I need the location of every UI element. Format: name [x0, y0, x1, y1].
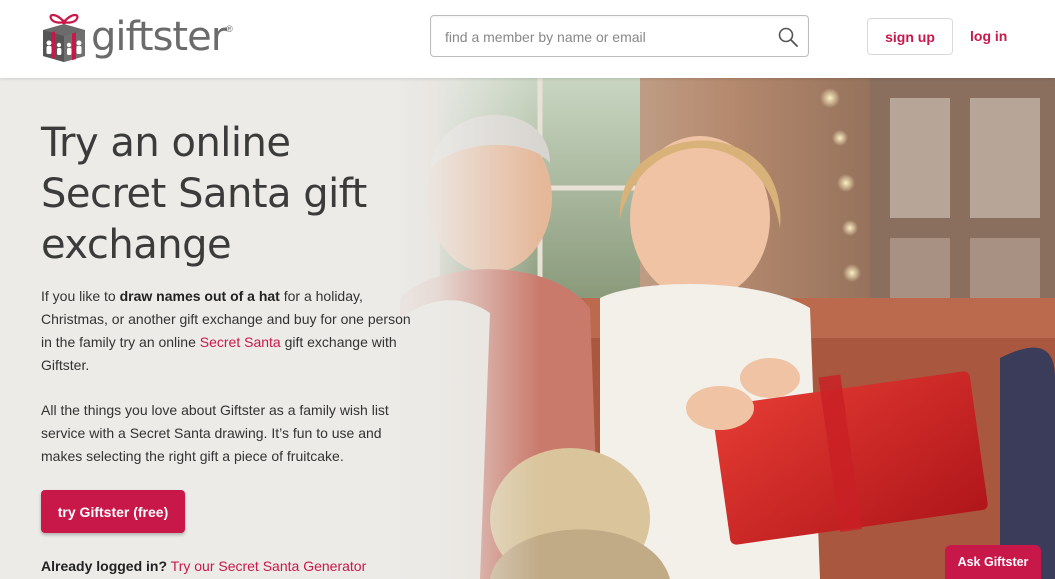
- features-paragraph: All the things you love about Giftster a…: [41, 402, 389, 464]
- intro-text-1: If you like to: [41, 288, 120, 304]
- registered-mark: ®: [226, 24, 233, 34]
- logo-wordmark: giftster: [91, 14, 227, 60]
- search-input[interactable]: [445, 27, 765, 47]
- ask-giftster-button[interactable]: Ask Giftster: [945, 545, 1041, 579]
- intro-bold: draw names out of a hat: [119, 288, 280, 304]
- page-title: Try an online Secret Santa gift exchange: [41, 120, 367, 268]
- secret-santa-link[interactable]: Secret Santa: [200, 334, 281, 350]
- gift-box-logo-icon: [43, 13, 85, 62]
- intro-paragraph: If you like to draw names out of a hat f…: [41, 285, 421, 377]
- try-giftster-button[interactable]: try Giftster (free): [41, 490, 185, 533]
- hero-section: Try an online Secret Santa gift exchange…: [0, 78, 1055, 579]
- site-header: giftster ® sign up log in: [0, 0, 1055, 78]
- log-in-link[interactable]: log in: [970, 28, 1007, 44]
- sign-up-button[interactable]: sign up: [867, 18, 953, 55]
- member-search: [430, 15, 809, 57]
- search-icon[interactable]: [776, 25, 800, 49]
- logged-in-prompt: Already logged in? Try our Secret Santa …: [41, 558, 366, 574]
- secret-santa-generator-link[interactable]: Try our Secret Santa Generator: [171, 558, 367, 574]
- giftster-logo[interactable]: giftster ®: [41, 8, 233, 64]
- logged-in-label: Already logged in?: [41, 558, 168, 574]
